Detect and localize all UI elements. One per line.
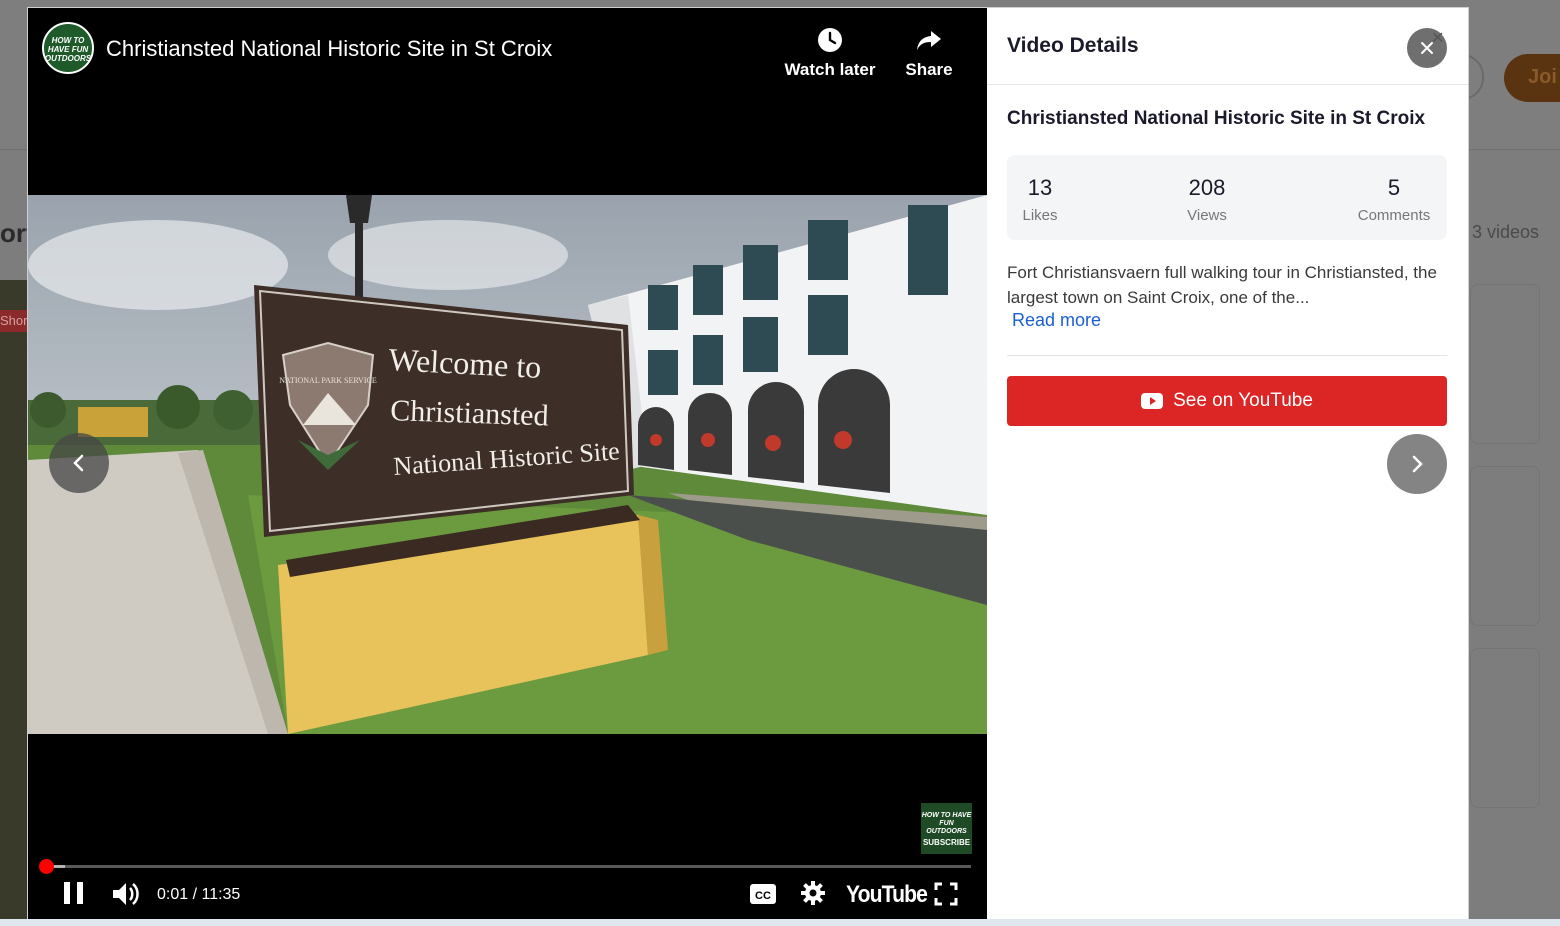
next-video-button[interactable]: [1387, 434, 1447, 494]
fullscreen-icon[interactable]: [934, 882, 958, 906]
share-button[interactable]: Share: [898, 26, 960, 80]
player-top-bar: HOW TO HAVE FUN OUTDOORS Christiansted N…: [28, 8, 987, 98]
comments-count: 5: [1387, 175, 1401, 200]
divider: [1007, 355, 1447, 356]
video-description: Fort Christiansvaern full walking tour i…: [1007, 263, 1437, 307]
previous-video-button[interactable]: [49, 433, 109, 493]
see-on-youtube-label: See on YouTube: [1173, 390, 1313, 411]
video-frame[interactable]: NATIONAL PARK SERVICE Welcome to Christi…: [28, 195, 987, 734]
video-modal: HOW TO HAVE FUN OUTDOORS Christiansted N…: [28, 8, 1468, 919]
read-more-link[interactable]: Read more: [1012, 310, 1101, 331]
background-thumbnail: [0, 280, 28, 926]
bottom-strip: [0, 919, 1560, 926]
watermark-subscribe: SUBSCRIBE: [922, 838, 971, 847]
watch-later-label: Watch later: [784, 60, 876, 79]
stat-views: 208 Views: [1177, 175, 1237, 224]
progress-scrubber[interactable]: [39, 859, 55, 874]
details-header: Video Details ✕: [987, 8, 1468, 85]
sign-line-2: Christiansted: [390, 394, 549, 433]
stat-likes: 13 Likes: [1021, 175, 1059, 224]
video-player[interactable]: HOW TO HAVE FUN OUTDOORS Christiansted N…: [28, 8, 987, 919]
watermark-text: HOW TO HAVE FUN OUTDOORS: [921, 812, 972, 835]
likes-count: 13: [1027, 175, 1053, 200]
stat-comments: 5 Comments: [1354, 175, 1434, 224]
background-card: [1470, 466, 1540, 626]
youtube-play-icon: [1141, 393, 1164, 409]
background-join-button: Joi: [1504, 54, 1560, 102]
details-heading: Video Details: [1007, 34, 1139, 57]
see-on-youtube-button[interactable]: See on YouTube: [1007, 376, 1447, 426]
player-controls: 0:01 / 11:35 CC YouTube: [28, 874, 987, 914]
volume-icon[interactable]: [111, 880, 141, 908]
watch-later-button[interactable]: Watch later: [784, 26, 876, 80]
gear-icon[interactable]: [800, 880, 826, 906]
channel-watermark[interactable]: HOW TO HAVE FUN OUTDOORS SUBSCRIBE: [921, 803, 972, 854]
background-card: [1470, 284, 1540, 444]
background-shorts-tag: Shor: [0, 310, 28, 332]
close-x-icon[interactable]: ✕: [1431, 28, 1444, 48]
comments-label: Comments: [1357, 207, 1431, 224]
views-label: Views: [1187, 207, 1227, 224]
svg-text:CC: CC: [755, 890, 771, 902]
stats-box: 13 Likes 208 Views 5 Comments: [1007, 155, 1447, 240]
chevron-right-icon: [1412, 455, 1423, 473]
background-videos-count: 3 videos: [1472, 222, 1540, 242]
views-count: 208: [1188, 175, 1226, 200]
share-arrow-icon: [917, 31, 941, 50]
background-card: [1470, 648, 1540, 808]
progress-bar[interactable]: [39, 859, 971, 874]
chevron-left-icon: [73, 454, 84, 472]
sign-emblem-text: NATIONAL PARK SERVICE: [279, 376, 377, 385]
time-readout: 0:01 / 11:35: [157, 886, 241, 903]
background-heading-fragment: ort: [0, 218, 28, 248]
share-label: Share: [905, 60, 953, 79]
details-video-title: Christiansted National Historic Site in …: [1007, 108, 1426, 129]
channel-logo[interactable]: HOW TO HAVE FUN OUTDOORS: [42, 22, 94, 74]
video-title[interactable]: Christiansted National Historic Site in …: [106, 36, 552, 62]
cc-icon[interactable]: CC: [749, 883, 777, 905]
youtube-logo[interactable]: YouTube: [846, 881, 928, 909]
clock-icon: [818, 28, 842, 52]
pause-icon[interactable]: [63, 880, 85, 906]
likes-label: Likes: [1022, 207, 1058, 224]
